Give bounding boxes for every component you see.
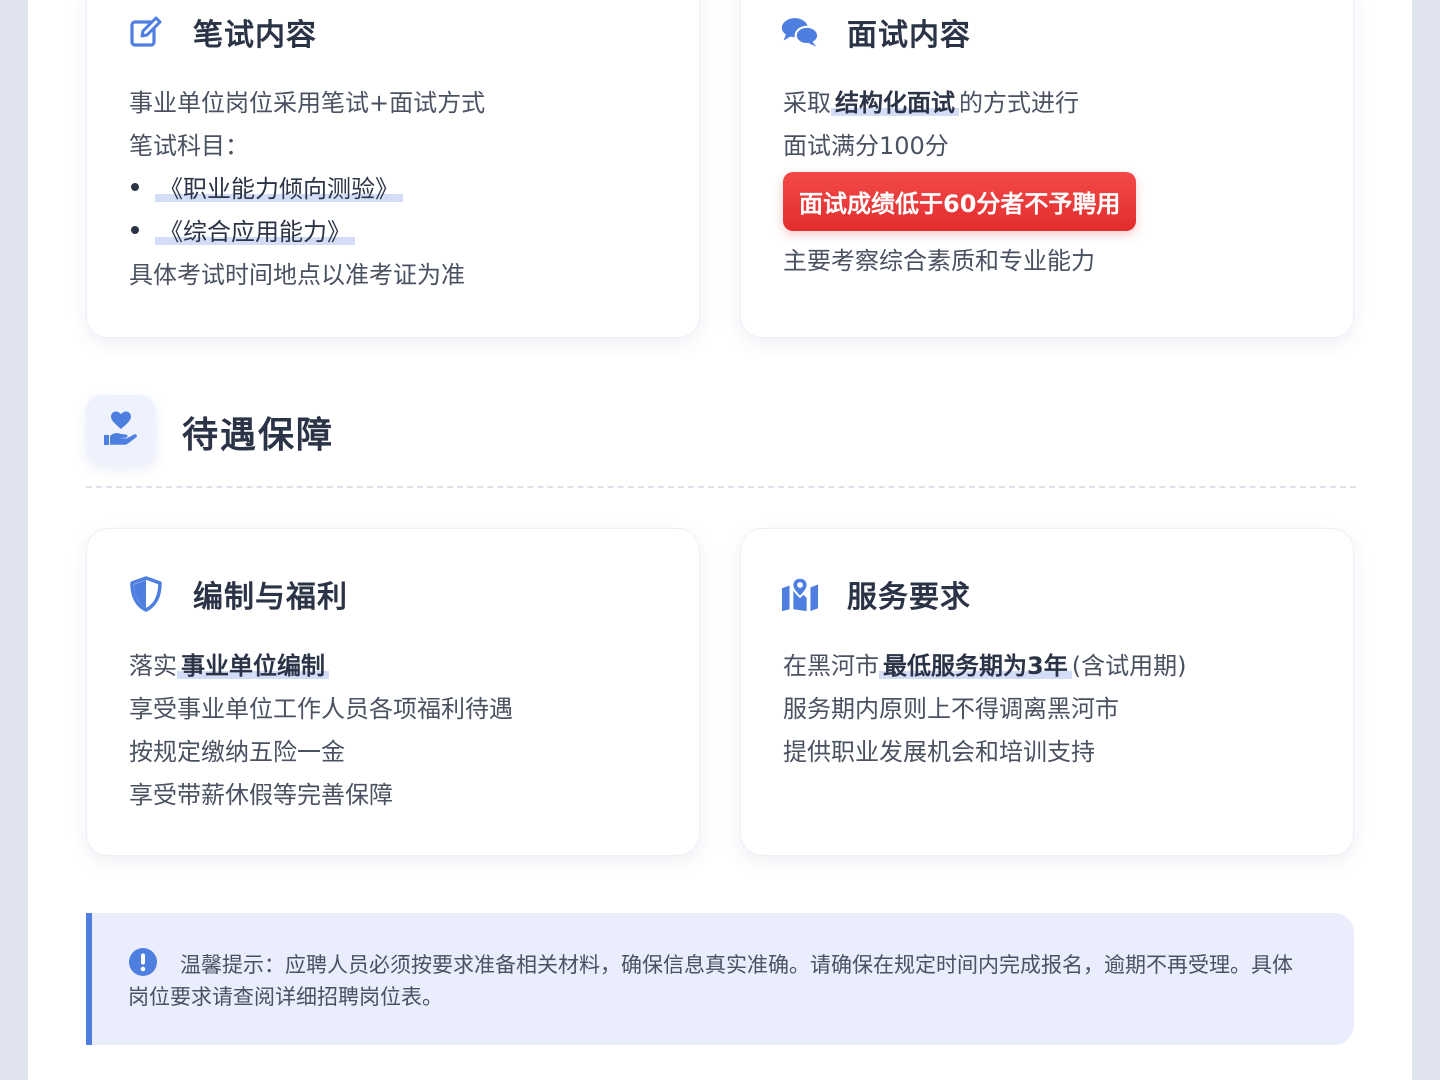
interview-method: 采取 结构化面试 的方式进行 bbox=[783, 79, 1136, 122]
map-pin-icon bbox=[781, 575, 819, 613]
exam-method-text: 事业单位岗位采用笔试+面试方式 bbox=[129, 89, 486, 117]
interview-focus: 主要考察综合素质和专业能力 bbox=[783, 247, 1095, 275]
establishment-line: 落实 事业单位编制 bbox=[129, 642, 513, 685]
section-icon-box bbox=[86, 395, 156, 465]
card-header: 面试内容 bbox=[781, 1, 971, 63]
interview-card: 面试内容 采取 结构化面试 的方式进行 面试满分100分 面试成绩低于60分者不… bbox=[740, 0, 1354, 338]
card-header: 服务要求 bbox=[781, 563, 971, 625]
card-title: 笔试内容 bbox=[193, 18, 317, 53]
card-header: 笔试内容 bbox=[127, 1, 317, 63]
interview-full-score: 面试满分100分 bbox=[783, 132, 949, 160]
service-period-highlight: 最低服务期为3年 bbox=[879, 646, 1072, 681]
shield-icon bbox=[127, 575, 165, 613]
page: 笔试内容 事业单位岗位采用笔试+面试方式 笔试科目： 《职业能力倾向测验》 《综… bbox=[28, 0, 1412, 1080]
subject-highlight: 《职业能力倾向测验》 bbox=[155, 169, 403, 204]
method-suffix: 的方式进行 bbox=[959, 89, 1079, 117]
warning-badge: 面试成绩低于60分者不予聘用 bbox=[783, 171, 1137, 231]
subject-item: 《职业能力倾向测验》 bbox=[129, 165, 485, 208]
service-card: 服务要求 在黑河市 最低服务期为3年 (含试用期) 服务期内原则上不得调离黑河市… bbox=[740, 528, 1354, 856]
benefit-line: 享受带薪休假等完善保障 bbox=[129, 781, 393, 809]
written-exam-card: 笔试内容 事业单位岗位采用笔试+面试方式 笔试科目： 《职业能力倾向测验》 《综… bbox=[86, 0, 700, 338]
card-header: 编制与福利 bbox=[127, 563, 348, 625]
method-highlight: 结构化面试 bbox=[831, 83, 959, 118]
section-title: 待遇保障 bbox=[182, 415, 335, 456]
establishment-highlight: 事业单位编制 bbox=[177, 646, 329, 681]
written-exam-details: 事业单位岗位采用笔试+面试方式 笔试科目： 《职业能力倾向测验》 《综合应用能力… bbox=[129, 79, 485, 294]
exam-time-note: 具体考试时间地点以准考证为准 bbox=[129, 261, 465, 289]
method-prefix: 采取 bbox=[783, 89, 831, 117]
benefit-line: 按规定缴纳五险一金 bbox=[129, 738, 345, 766]
subject-item: 《综合应用能力》 bbox=[129, 208, 485, 251]
tip-text: 温馨提示：应聘人员必须按要求准备相关材料，确保信息真实准确。请确保在规定时间内完… bbox=[128, 953, 1293, 1009]
warning-row: 面试成绩低于60分者不予聘用 bbox=[783, 165, 1137, 237]
card-title: 服务要求 bbox=[847, 580, 971, 615]
service-details: 在黑河市 最低服务期为3年 (含试用期) 服务期内原则上不得调离黑河市 提供职业… bbox=[783, 642, 1186, 771]
edit-icon bbox=[127, 13, 165, 51]
bullet bbox=[129, 183, 155, 191]
tip-box: 温馨提示：应聘人员必须按要求准备相关材料，确保信息真实准确。请确保在规定时间内完… bbox=[86, 913, 1354, 1045]
card-title: 编制与福利 bbox=[193, 580, 348, 615]
service-line: 服务期内原则上不得调离黑河市 bbox=[783, 695, 1119, 723]
benefits-card: 编制与福利 落实 事业单位编制 享受事业单位工作人员各项福利待遇 按规定缴纳五险… bbox=[86, 528, 700, 856]
benefit-line: 享受事业单位工作人员各项福利待遇 bbox=[129, 695, 513, 723]
subject-highlight: 《综合应用能力》 bbox=[155, 212, 355, 247]
bullet bbox=[129, 226, 155, 234]
hand-heart-icon bbox=[101, 408, 141, 452]
line-prefix: 落实 bbox=[129, 652, 177, 680]
section-divider bbox=[86, 486, 1356, 488]
line-prefix: 在黑河市 bbox=[783, 652, 879, 680]
line-suffix: (含试用期) bbox=[1071, 652, 1187, 680]
chat-bubbles-icon bbox=[781, 13, 819, 51]
exam-subjects-label: 笔试科目： bbox=[129, 132, 249, 160]
card-title: 面试内容 bbox=[847, 18, 971, 53]
service-period-line: 在黑河市 最低服务期为3年 (含试用期) bbox=[783, 642, 1186, 685]
interview-details: 采取 结构化面试 的方式进行 面试满分100分 面试成绩低于60分者不予聘用 主… bbox=[783, 79, 1137, 280]
benefits-details: 落实 事业单位编制 享受事业单位工作人员各项福利待遇 按规定缴纳五险一金 享受带… bbox=[129, 642, 513, 814]
service-line: 提供职业发展机会和培训支持 bbox=[783, 738, 1095, 766]
